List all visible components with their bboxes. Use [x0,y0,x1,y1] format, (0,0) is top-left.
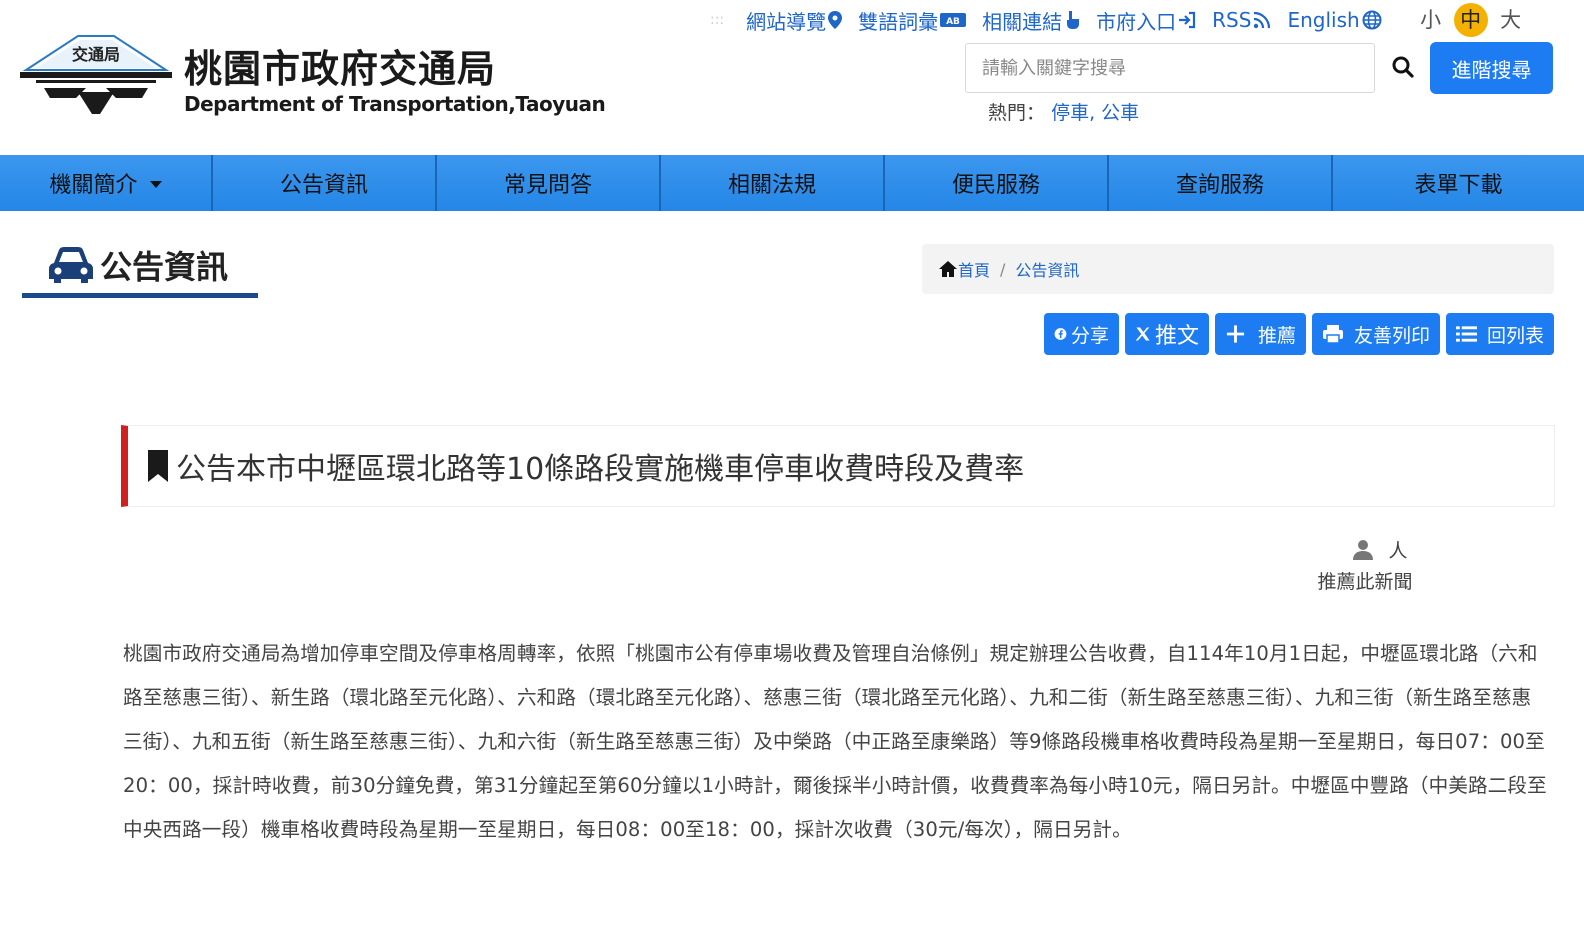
related-links-link[interactable]: 相關連結 [982,6,1080,35]
breadcrumb-separator: / [1000,259,1006,279]
x-icon [1135,327,1150,341]
search-input[interactable] [965,43,1375,93]
nav-item-services[interactable]: 便民服務 [885,155,1109,211]
nav-item-query-label: 查詢服務 [1175,173,1264,198]
map-marker-icon [828,11,843,29]
svg-text:交通局: 交通局 [72,45,120,64]
nav-item-about-label: 機關簡介 [49,173,138,198]
section-title-text: 公告資訊 [100,247,229,286]
share-facebook-button[interactable]: 分享 [1044,313,1119,355]
dictionary-icon: AB [940,13,967,27]
recommend-label: 推薦 [1257,324,1296,347]
breadcrumb: 首頁 / 公告資訊 [922,244,1554,294]
english-label: English [1287,8,1360,32]
hot-keywords-label: 熱門： [988,102,1046,124]
nav-item-regulations-label: 相關法規 [727,173,816,198]
recommend-label-text: 推薦此新聞 [1317,571,1413,593]
glossary-link[interactable]: 雙語詞彙 AB [858,6,967,35]
print-label: 友善列印 [1353,324,1430,347]
rss-icon [1254,11,1271,29]
hot-keyword-parking[interactable]: 停車 [1051,102,1089,124]
breadcrumb-home-label: 首頁 [958,261,991,280]
nav-item-announcements[interactable]: 公告資訊 [213,155,437,211]
accesskey-icon[interactable]: ::: [710,12,724,28]
back-to-list-label: 回列表 [1486,324,1544,347]
breadcrumb-home[interactable]: 首頁 [938,257,990,281]
globe-icon [1362,10,1382,30]
related-links-label: 相關連結 [982,9,1063,34]
article-title: 公告本市中壢區環北路等10條路段實施機車停車收費時段及費率 [176,452,1025,487]
caret-down-icon [149,180,162,188]
print-icon [1322,325,1343,344]
font-size-switcher: 小 中 大 [1408,3,1528,37]
rss-link[interactable]: RSS [1212,8,1271,32]
nav-item-forms[interactable]: 表單下載 [1333,155,1584,211]
home-icon [939,261,957,277]
advanced-search-button[interactable]: 進階搜尋 [1430,42,1553,94]
article-actions: 分享 推文 推薦 友善列印 回列表 [1038,313,1554,355]
user-icon [1353,539,1374,560]
list-icon [1456,326,1477,342]
nav-item-services-label: 便民服務 [951,173,1040,198]
car-icon [49,246,93,283]
nav-item-forms-label: 表單下載 [1414,173,1503,198]
nav-item-faq-label: 常見問答 [503,173,592,198]
nav-item-about[interactable]: 機關簡介 [0,155,213,211]
nav-item-regulations[interactable]: 相關法規 [661,155,885,211]
share-x-label: 推文 [1154,324,1199,349]
bookmark-icon [148,450,168,482]
plus-icon [1226,325,1245,343]
rss-label: RSS [1212,8,1252,32]
search-button[interactable] [1382,45,1424,89]
nav-item-query[interactable]: 查詢服務 [1109,155,1333,211]
article-body: 桃園市政府交通局為增加停車空間及停車格周轉率，依照「桃園市公有停車場收費及管理自… [123,642,1547,841]
site-logo[interactable]: 交通局 [16,30,176,120]
nav-item-faq[interactable]: 常見問答 [437,155,661,211]
logo-emblem-icon: 交通局 [20,35,172,114]
breadcrumb-current[interactable]: 公告資訊 [1015,257,1079,281]
print-button[interactable]: 友善列印 [1312,313,1440,355]
city-portal-label: 市府入口 [1096,9,1177,34]
svg-text:AB: AB [946,17,960,27]
pointer-hand-icon [1067,11,1080,29]
recommend-count: 人 [1330,536,1430,563]
share-facebook-label: 分享 [1070,324,1109,347]
glossary-link-label: 雙語詞彙 [858,9,939,34]
font-size-large-button[interactable]: 大 [1494,3,1528,37]
nav-item-announcements-label: 公告資訊 [279,173,368,198]
english-link[interactable]: English [1287,8,1382,32]
font-size-small-button[interactable]: 小 [1414,3,1448,37]
back-to-list-button[interactable]: 回列表 [1446,313,1554,355]
article-title-bar: 公告本市中壢區環北路等10條路段實施機車停車收費時段及費率 [121,425,1555,507]
sitemap-link-label: 網站導覽 [746,9,827,34]
top-links-bar: ::: 網站導覽 雙語詞彙 AB 相關連結 市府入口 RSS English 小… [710,3,1528,37]
facebook-icon [1054,328,1067,340]
main-nav: 機關簡介 公告資訊 常見問答 相關法規 便民服務 查詢服務 表單下載 [0,155,1584,211]
recommend-count-suffix: 人 [1388,540,1408,562]
section-heading: 公告資訊 [22,236,258,298]
site-subtitle: Department of Transportation,Taoyuan [184,92,606,116]
hot-keyword-separator: , [1089,102,1102,124]
sitemap-link[interactable]: 網站導覽 [746,6,843,35]
hot-keywords: 熱門： 停車, 公車 [988,98,1139,125]
recommend-counter: 人 推薦此新聞 [1300,536,1430,594]
font-size-medium-button[interactable]: 中 [1453,3,1488,37]
share-x-button[interactable]: 推文 [1125,313,1209,355]
sign-in-icon [1179,11,1196,29]
search-icon [1392,56,1414,78]
city-portal-link[interactable]: 市府入口 [1096,6,1196,35]
site-title[interactable]: 桃園市政府交通局 [184,38,496,93]
hot-keyword-bus[interactable]: 公車 [1101,102,1139,124]
recommend-button[interactable]: 推薦 [1215,313,1306,355]
